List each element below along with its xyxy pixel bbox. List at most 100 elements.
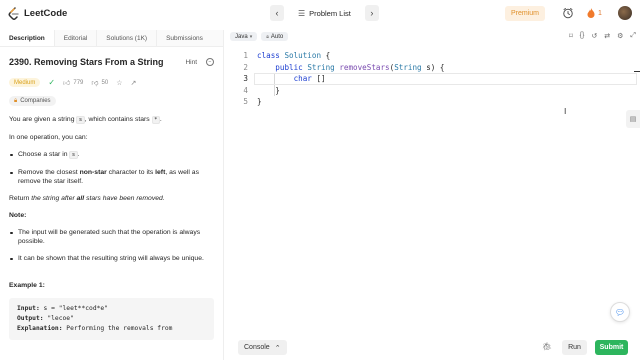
top-bar: LeetCode ‹ ☰ Problem List › Premium 1 (0, 0, 640, 27)
chevron-left-icon: ‹ (275, 8, 279, 18)
document-icon: ▤ (629, 116, 637, 123)
editor-actions: ⌑ {} ↺ ⇄ ⚙ ⤢ (569, 32, 636, 40)
chevron-up-icon: ⌃ (274, 344, 281, 352)
tab-description[interactable]: Description (0, 30, 54, 46)
settings-gear-icon[interactable]: ⚙ (617, 32, 623, 40)
autocomplete-label: Auto (270, 33, 284, 40)
example-input: Input: s = "leet**cod*e" (17, 304, 206, 314)
chevron-right-icon: › (370, 8, 374, 18)
code-line[interactable]: 5} (226, 96, 640, 108)
inline-code: * (151, 116, 160, 124)
text: . (159, 116, 162, 123)
code-line[interactable]: 2 public String removeStars(String s) { (226, 62, 640, 74)
problem-title: 2390. Removing Stars From a String (9, 57, 164, 67)
code-editor[interactable]: 1 class Solution {2 public String removeS… (226, 50, 640, 340)
like-count: 779 (73, 79, 84, 86)
title-row: 2390. Removing Stars From a String Hint … (9, 56, 214, 68)
code-token: } (257, 97, 262, 106)
run-button[interactable]: Run (562, 340, 587, 355)
chat-icon: 💬︎ (614, 307, 626, 317)
mouse-cursor-icon: I (564, 107, 567, 116)
inline-code: s (76, 116, 85, 124)
lock-icon: 🔒︎ (14, 97, 18, 104)
editor-panel: Java ▾ 🔒︎ Auto ⌑ {} ↺ ⇄ ⚙ ⤢ 1 class Solut… (226, 30, 640, 360)
logo[interactable]: LeetCode (8, 7, 67, 20)
tab-solutions[interactable]: Solutions (1K) (96, 30, 156, 46)
star-icon[interactable]: ☆ (116, 79, 122, 87)
value: s = "leet**cod*e" (39, 305, 108, 312)
list-item: Choose a star in s. (9, 150, 214, 160)
text: character to its (106, 169, 156, 176)
premium-button[interactable]: Premium (505, 6, 545, 21)
code-token: Solution (284, 51, 322, 60)
text: . (77, 151, 80, 158)
note-list: The input will be generated such that th… (9, 228, 214, 263)
example-title: Example 1: (9, 282, 45, 289)
lock-icon: 🔒︎ (266, 33, 269, 40)
dislike-button[interactable]: 👎︎ 50 (91, 78, 108, 88)
tab-submissions[interactable]: Submissions (156, 30, 212, 46)
code-token: char (293, 74, 312, 83)
code-token: removeStars (339, 62, 390, 72)
operation-list: Choose a star in s. Remove the closest n… (9, 150, 214, 186)
label: Input: (17, 305, 40, 312)
code-line[interactable]: 4 } (226, 85, 640, 97)
code-text: class Solution { (257, 50, 330, 62)
info-icon[interactable]: − (206, 58, 214, 66)
clock-timer-icon[interactable] (562, 7, 574, 19)
label: Explanation: (17, 325, 63, 332)
autocomplete-toggle[interactable]: 🔒︎ Auto (261, 32, 289, 41)
desc-paragraph-2: In one operation, you can: (9, 134, 88, 141)
prev-problem-button[interactable]: ‹ (270, 5, 284, 21)
companies-tag[interactable]: 🔒︎ Companies (9, 96, 56, 106)
language-select[interactable]: Java ▾ (230, 32, 258, 41)
code-token: String (307, 62, 340, 72)
problem-meta: Medium ✓ 👍︎ 779 👎︎ 50 ☆ ↗ (9, 77, 214, 88)
problem-content: 2390. Removing Stars From a String Hint … (0, 47, 223, 340)
text: You are given a string (9, 116, 77, 123)
code-line[interactable]: 1 class Solution { (226, 50, 640, 62)
fire-icon (587, 8, 595, 18)
list-item: Remove the closest non-star character to… (9, 168, 214, 186)
example-box: Input: s = "leet**cod*e" Output: "lecoe"… (9, 298, 214, 340)
debug-icon[interactable]: 🐞︎ (542, 342, 552, 351)
solved-check-icon: ✓ (48, 78, 56, 87)
logo-text: LeetCode (24, 8, 68, 19)
next-problem-button[interactable]: › (364, 5, 379, 21)
avatar[interactable] (618, 6, 632, 20)
code-text: public String removeStars(String s) { (257, 62, 444, 74)
submit-button[interactable]: Submit (595, 340, 628, 355)
chevron-down-icon: ▾ (249, 33, 253, 40)
reset-icon[interactable]: ↺ (591, 32, 597, 40)
share-icon[interactable]: ↗ (130, 79, 136, 87)
label: Output: (17, 315, 44, 322)
hint-area: Hint − (185, 58, 214, 66)
line-number: 5 (243, 97, 248, 106)
code-line[interactable]: 3 char [] (226, 73, 640, 85)
streak-counter[interactable]: 1 (587, 8, 602, 18)
tab-editorial[interactable]: Editorial (53, 30, 96, 46)
problem-list-button[interactable]: ☰ Problem List (292, 9, 357, 18)
chat-button[interactable]: 💬︎ (610, 302, 630, 322)
code-token: String (394, 62, 422, 72)
description-panel: Description Editorial Solutions (1K) Sub… (0, 30, 224, 360)
editor-toolbar: Java ▾ 🔒︎ Auto ⌑ {} ↺ ⇄ ⚙ ⤢ (226, 30, 640, 43)
example-output: Output: "lecoe" (17, 314, 206, 324)
italic-text: the string after (31, 195, 77, 202)
code-token: { (321, 51, 331, 60)
code-text: } (257, 85, 280, 97)
bookmark-icon[interactable]: ⌑ (569, 32, 573, 40)
fullscreen-icon[interactable]: ⤢ (630, 32, 636, 40)
braces-icon[interactable]: {} (580, 32, 585, 40)
line-number: 3 (243, 74, 248, 83)
difficulty-badge: Medium (9, 78, 41, 87)
console-button[interactable]: Console ⌃ (238, 340, 287, 355)
text: . (162, 195, 165, 202)
like-button[interactable]: 👍︎ 779 (63, 78, 84, 88)
bold-text: left (155, 169, 166, 176)
shortcut-icon[interactable]: ⇄ (604, 32, 610, 40)
example-explanation: Explanation: Performing the removals fro… (17, 324, 206, 334)
hint-button[interactable]: Hint (185, 59, 197, 66)
side-panel-toggle[interactable]: ▤ (626, 110, 640, 128)
